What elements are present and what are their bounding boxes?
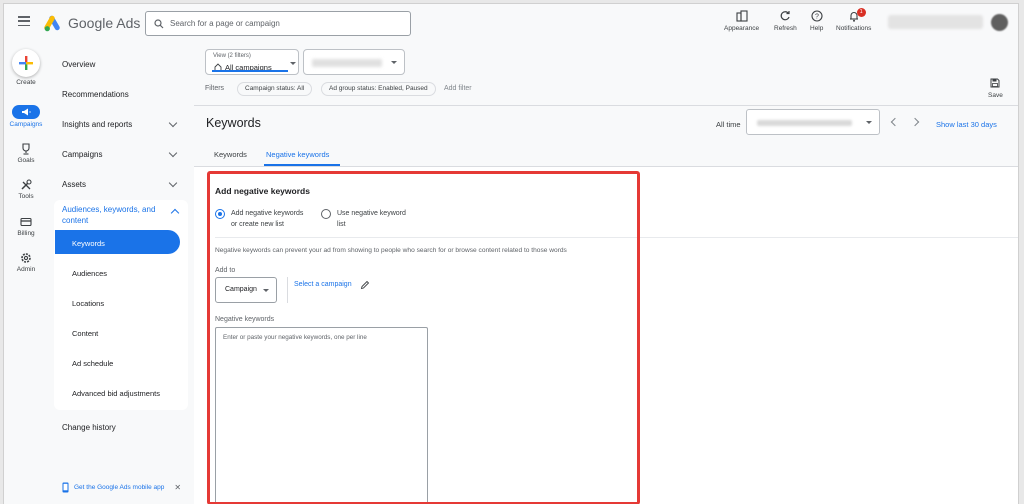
appearance-label: Appearance bbox=[724, 25, 760, 32]
nav-sub-advanced-bid[interactable]: Advanced bid adjustments bbox=[72, 389, 160, 398]
side-nav: Overview Recommendations Insights and re… bbox=[50, 42, 188, 504]
tools-icon bbox=[21, 179, 32, 190]
phone-icon bbox=[62, 482, 69, 493]
add-filter-button[interactable]: Add filter bbox=[444, 85, 472, 92]
filter-chip-campaign-status[interactable]: Campaign status: All bbox=[237, 82, 313, 96]
chevron-down-icon[interactable] bbox=[168, 148, 178, 158]
credit-card-icon bbox=[20, 217, 32, 227]
rail-billing[interactable]: Billing bbox=[4, 216, 48, 237]
account-select-value bbox=[312, 59, 382, 67]
chevron-down-icon[interactable] bbox=[168, 118, 178, 128]
save-label: Save bbox=[988, 92, 1003, 99]
goals-label: Goals bbox=[17, 157, 35, 164]
notifications-label: Notifications bbox=[836, 25, 872, 32]
show-last-30-days-link[interactable]: Show last 30 days bbox=[936, 120, 997, 129]
notifications-button[interactable]: 1 Notifications bbox=[836, 8, 872, 32]
billing-label: Billing bbox=[17, 230, 35, 237]
chevron-up-icon[interactable] bbox=[170, 208, 180, 218]
admin-label: Admin bbox=[16, 266, 36, 273]
create-label: Create bbox=[16, 79, 36, 86]
account-select[interactable] bbox=[303, 49, 405, 75]
search-placeholder: Search for a page or campaign bbox=[170, 19, 280, 28]
appearance-icon bbox=[735, 10, 748, 22]
rail-goals[interactable]: Goals bbox=[4, 143, 48, 164]
help-icon: ? bbox=[811, 10, 823, 22]
screenshot-frame: Google Ads Search for a page or campaign… bbox=[0, 0, 1024, 504]
refresh-button[interactable]: Refresh bbox=[774, 10, 797, 32]
view-filter-underline bbox=[212, 70, 288, 72]
dropdown-caret-icon bbox=[866, 121, 872, 124]
chevron-down-icon[interactable] bbox=[168, 178, 178, 188]
rail-admin[interactable]: Admin bbox=[4, 252, 48, 273]
save-icon bbox=[990, 78, 1000, 88]
top-bar: Google Ads Search for a page or campaign… bbox=[4, 4, 1018, 42]
search-icon bbox=[154, 18, 164, 28]
menu-icon[interactable] bbox=[18, 16, 30, 27]
app-title: Google Ads bbox=[68, 15, 141, 31]
trophy-icon bbox=[22, 143, 30, 155]
filter-divider bbox=[194, 105, 1018, 106]
refresh-icon bbox=[780, 11, 790, 21]
nav-sub-content[interactable]: Content bbox=[72, 329, 98, 338]
dropdown-caret-icon bbox=[290, 62, 296, 65]
view-filter-caption: View (2 filters) bbox=[213, 53, 251, 59]
mobile-app-promo[interactable]: Get the Google Ads mobile app ✕ bbox=[62, 482, 181, 493]
account-info[interactable] bbox=[888, 15, 983, 29]
dropdown-caret-icon bbox=[391, 61, 397, 64]
page-title: Keywords bbox=[206, 116, 261, 130]
rail-campaigns[interactable]: Campaigns bbox=[4, 105, 48, 128]
svg-text:?: ? bbox=[815, 14, 819, 21]
highlight-box bbox=[207, 171, 640, 504]
notification-count-badge: 1 bbox=[856, 8, 866, 17]
date-range-label: All time bbox=[716, 120, 741, 129]
rail-tools[interactable]: Tools bbox=[4, 179, 48, 200]
tab-negative-keywords[interactable]: Negative keywords bbox=[266, 150, 329, 159]
nav-audiences-keywords-content[interactable]: Audiences, keywords, and content bbox=[62, 204, 162, 226]
gear-icon bbox=[21, 253, 31, 263]
nav-overview[interactable]: Overview bbox=[62, 60, 95, 69]
plus-icon bbox=[12, 49, 40, 77]
campaigns-rail-label: Campaigns bbox=[9, 121, 43, 128]
nav-sub-ad-schedule[interactable]: Ad schedule bbox=[72, 359, 113, 368]
filter-chip-ad-group-status[interactable]: Ad group status: Enabled, Paused bbox=[321, 82, 436, 96]
campaigns-icon bbox=[12, 105, 40, 119]
mobile-app-link[interactable]: Get the Google Ads mobile app bbox=[74, 484, 164, 491]
avatar[interactable] bbox=[991, 14, 1008, 31]
nav-sub-keywords[interactable]: Keywords bbox=[72, 239, 105, 248]
appearance-button[interactable]: Appearance bbox=[724, 10, 759, 32]
nav-insights[interactable]: Insights and reports bbox=[62, 120, 132, 129]
google-ads-app: Google Ads Search for a page or campaign… bbox=[3, 3, 1019, 504]
tools-label: Tools bbox=[18, 193, 34, 200]
save-button[interactable]: Save bbox=[988, 78, 1003, 99]
refresh-label: Refresh bbox=[774, 25, 797, 32]
tab-keywords[interactable]: Keywords bbox=[214, 150, 247, 159]
nav-sub-audiences[interactable]: Audiences bbox=[72, 269, 107, 278]
google-ads-logo-icon bbox=[44, 15, 60, 32]
filters-label: Filters bbox=[205, 85, 225, 92]
nav-campaigns[interactable]: Campaigns bbox=[62, 150, 102, 159]
search-input[interactable]: Search for a page or campaign bbox=[145, 11, 411, 36]
nav-sub-locations[interactable]: Locations bbox=[72, 299, 104, 308]
next-period-icon[interactable] bbox=[910, 117, 920, 127]
help-button[interactable]: ? Help bbox=[810, 10, 823, 32]
date-range-select[interactable] bbox=[746, 109, 880, 135]
previous-period-icon[interactable] bbox=[890, 117, 900, 127]
view-filter-select[interactable]: View (2 filters) All campaigns bbox=[205, 49, 299, 75]
date-range-value bbox=[757, 120, 852, 126]
close-icon[interactable]: ✕ bbox=[174, 483, 181, 492]
nav-assets[interactable]: Assets bbox=[62, 180, 86, 189]
help-label: Help bbox=[810, 25, 824, 32]
google-ads-logo[interactable]: Google Ads bbox=[44, 14, 140, 32]
create-button[interactable]: Create bbox=[4, 49, 48, 86]
nav-recommendations[interactable]: Recommendations bbox=[62, 90, 129, 99]
nav-change-history[interactable]: Change history bbox=[62, 423, 116, 432]
